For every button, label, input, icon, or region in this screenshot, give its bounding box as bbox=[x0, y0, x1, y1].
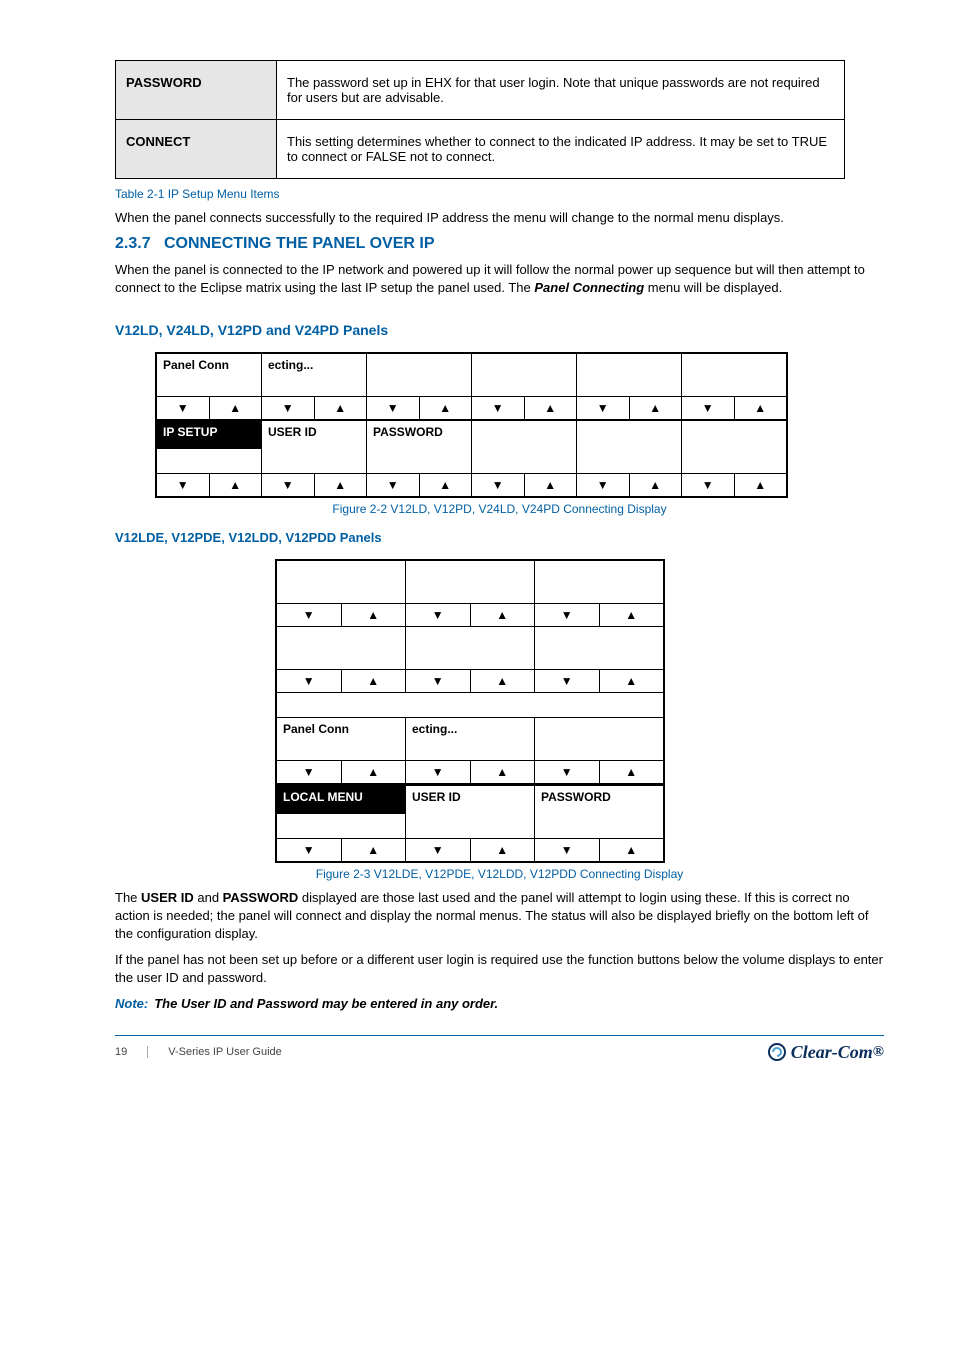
password-label: PASSWORD bbox=[367, 419, 471, 449]
paragraph: The USER ID and PASSWORD displayed are t… bbox=[115, 889, 884, 944]
panel-diagram-wide: Panel Conn ▼▲ IP SETUP ▼▲ ecting... ▼▲ U… bbox=[155, 352, 788, 498]
note-text: The User ID and Password may be entered … bbox=[154, 996, 498, 1011]
subsection-heading: V12LD, V24LD, V12PD and V24PD Panels bbox=[115, 322, 884, 338]
brand-logo: Clear-Com® bbox=[767, 1042, 884, 1063]
subsection-heading: V12LDE, V12PDE, V12LDD, V12PDD Panels bbox=[115, 530, 884, 545]
note: Note: The User ID and Password may be en… bbox=[115, 996, 884, 1011]
user-id-label: USER ID bbox=[262, 419, 366, 449]
note-label: Note: bbox=[115, 996, 148, 1011]
user-id-label: USER ID bbox=[406, 784, 534, 814]
page-footer: 19 V-Series IP User Guide Clear-Com® bbox=[115, 1042, 884, 1063]
down-arrow-icon: ▼ bbox=[157, 474, 210, 496]
local-menu-label: LOCAL MENU bbox=[277, 784, 405, 814]
definitions-table: PASSWORD The password set up in EHX for … bbox=[115, 60, 845, 179]
footer-divider bbox=[115, 1035, 884, 1036]
paragraph: When the panel connects successfully to … bbox=[115, 209, 884, 227]
paragraph: When the panel is connected to the IP ne… bbox=[115, 261, 884, 297]
def-key: PASSWORD bbox=[116, 61, 277, 120]
def-desc: The password set up in EHX for that user… bbox=[277, 61, 845, 120]
down-arrow-icon: ▼ bbox=[157, 397, 210, 419]
paragraph: If the panel has not been set up before … bbox=[115, 951, 884, 987]
password-label: PASSWORD bbox=[535, 784, 663, 814]
table-caption: Table 2-1 IP Setup Menu Items bbox=[115, 187, 884, 201]
page-number: 19 bbox=[115, 1046, 148, 1058]
figure-caption: Figure 2-2 V12LD, V12PD, V24LD, V24PD Co… bbox=[115, 502, 884, 516]
def-key: CONNECT bbox=[116, 120, 277, 179]
ip-setup-label: IP SETUP bbox=[157, 419, 261, 449]
doc-title: V-Series IP User Guide bbox=[168, 1046, 282, 1058]
panel-diagram-narrow: ▼▲ ▼▲ ▼▲ ▼▲ ▼▲ bbox=[275, 559, 665, 863]
up-arrow-icon: ▲ bbox=[210, 397, 262, 419]
up-arrow-icon: ▲ bbox=[210, 474, 262, 496]
section-number: 2.3.7 bbox=[115, 235, 151, 252]
brand-icon bbox=[767, 1042, 787, 1062]
figure-caption: Figure 2-3 V12LDE, V12PDE, V12LDD, V12PD… bbox=[115, 867, 884, 881]
section-title: CONNECTING THE PANEL OVER IP bbox=[164, 235, 435, 252]
def-desc: This setting determines whether to conne… bbox=[277, 120, 845, 179]
